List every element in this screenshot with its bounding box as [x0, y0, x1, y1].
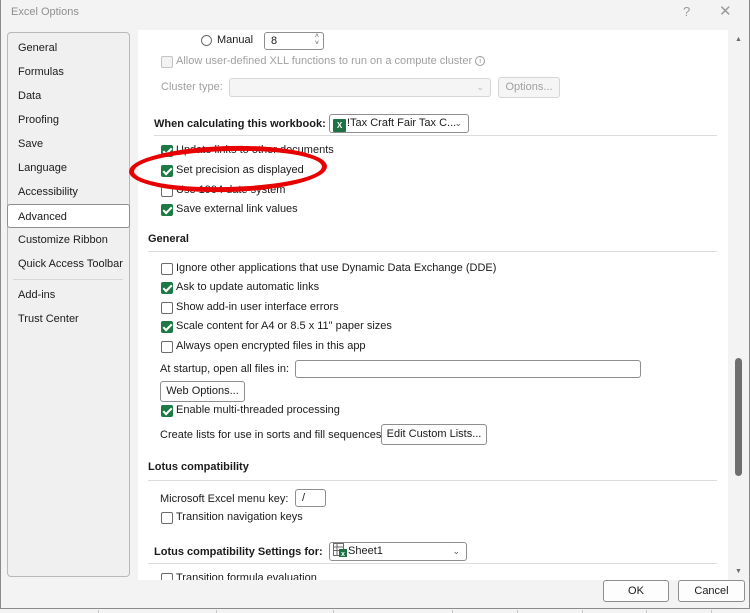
ask-update-links-label: Ask to update automatic links [176, 281, 320, 293]
transition-formula-checkbox[interactable] [161, 573, 173, 580]
scale-content-label: Scale content for A4 or 8.5 x 11" paper … [176, 320, 392, 332]
multithread-label: Enable multi-threaded processing [176, 404, 340, 416]
ask-update-links-checkbox[interactable] [161, 282, 173, 294]
ignore-dde-label: Ignore other applications that use Dynam… [176, 262, 497, 274]
menu-key-input[interactable]: / [295, 489, 326, 507]
sidebar-item-language[interactable]: Language [8, 156, 129, 180]
cancel-button[interactable]: Cancel [678, 580, 745, 602]
cluster-type-label: Cluster type: [161, 81, 223, 93]
menu-key-label: Microsoft Excel menu key: [160, 493, 289, 505]
cluster-type-dropdown[interactable]: ⌄ [229, 78, 491, 97]
multithread-checkbox[interactable] [161, 405, 173, 417]
manual-threads-label: Manual [217, 34, 254, 46]
allow-xll-label: Allow user-defined XLL functions to run … [176, 55, 486, 67]
excel-icon: X [333, 119, 346, 132]
sidebar-item-advanced[interactable]: Advanced [7, 204, 130, 228]
date-1904-checkbox[interactable] [161, 185, 173, 197]
workbook-dropdown[interactable]: X !Tax Craft Fair Tax C... ⌄ [329, 114, 469, 133]
close-button[interactable]: ✕ [719, 2, 732, 20]
sidebar-item-data[interactable]: Data [8, 84, 129, 108]
sidebar-divider [13, 279, 123, 280]
transition-formula-label: Transition formula evaluation [176, 572, 317, 580]
save-external-links-label: Save external link values [176, 203, 298, 215]
spinner-arrows-icon[interactable]: ˄ ˅ [315, 33, 319, 47]
allow-xll-text: Allow user-defined XLL functions to run … [176, 55, 473, 67]
set-precision-label: Set precision as displayed [176, 164, 304, 176]
sidebar-item-formulas[interactable]: Formulas [8, 60, 129, 84]
edit-custom-lists-button[interactable]: Edit Custom Lists... [381, 424, 487, 445]
sidebar-item-trust-center[interactable]: Trust Center [8, 307, 129, 331]
sidebar-item-proofing[interactable]: Proofing [8, 108, 129, 132]
help-button[interactable]: ? [683, 4, 690, 19]
info-icon[interactable]: i [475, 56, 486, 66]
section-divider [148, 251, 717, 252]
set-precision-checkbox[interactable] [161, 165, 173, 177]
excel-options-dialog: Excel Options ? ✕ General Formulas Data … [0, 0, 750, 609]
startup-folder-input[interactable] [295, 360, 641, 378]
startup-folder-label: At startup, open all files in: [160, 363, 290, 375]
update-links-label: Update links to other documents [176, 144, 334, 156]
section-divider [148, 563, 717, 564]
lotus-sheet-dropdown[interactable]: x Sheet1 ⌄ [329, 542, 467, 561]
chevron-down-icon: ⌄ [452, 546, 460, 556]
workbook-value: !Tax Craft Fair Tax C... [347, 117, 457, 129]
date-1904-label: Use 1904 date system [176, 184, 286, 196]
svg-text:x: x [341, 551, 345, 557]
section-divider [148, 480, 717, 481]
chevron-down-icon: ⌄ [454, 118, 462, 128]
show-addin-errors-label: Show add-in user interface errors [176, 301, 339, 313]
scale-content-checkbox[interactable] [161, 321, 173, 333]
save-external-links-checkbox[interactable] [161, 204, 173, 216]
scroll-down-arrow-icon[interactable]: ▼ [734, 568, 743, 575]
open-encrypted-checkbox[interactable] [161, 341, 173, 353]
custom-lists-label: Create lists for use in sorts and fill s… [160, 429, 385, 441]
manual-threads-radio[interactable] [201, 35, 212, 46]
transition-nav-keys-checkbox[interactable] [161, 512, 173, 524]
transition-nav-keys-label: Transition navigation keys [176, 511, 303, 523]
chevron-down-icon: ⌄ [476, 82, 484, 92]
advanced-options-pane: Manual 8 ˄ ˅ Allow user-defined XLL funct… [138, 30, 728, 580]
ok-button[interactable]: OK [603, 580, 669, 602]
spreadsheet-edge [0, 609, 750, 613]
sidebar-item-general[interactable]: General [8, 36, 129, 60]
sidebar-item-add-ins[interactable]: Add-ins [8, 283, 129, 307]
threads-spinner[interactable]: 8 ˄ ˅ [264, 32, 324, 50]
sidebar-item-accessibility[interactable]: Accessibility [8, 180, 129, 204]
general-heading: General [148, 233, 189, 245]
show-addin-errors-checkbox[interactable] [161, 302, 173, 314]
when-calculating-heading: When calculating this workbook: [154, 118, 326, 130]
update-links-checkbox[interactable] [161, 145, 173, 157]
lotus-heading: Lotus compatibility [148, 461, 249, 473]
scroll-up-arrow-icon[interactable]: ▲ [734, 36, 743, 43]
vertical-scrollbar[interactable]: ▲ ▼ [732, 33, 745, 578]
sidebar: General Formulas Data Proofing Save Lang… [7, 32, 130, 577]
threads-value: 8 [271, 35, 278, 47]
sidebar-item-save[interactable]: Save [8, 132, 129, 156]
dialog-title: Excel Options [11, 6, 79, 18]
sheet-icon: x [333, 543, 347, 558]
section-divider [154, 135, 717, 136]
web-options-button[interactable]: Web Options... [160, 381, 245, 402]
cluster-options-button[interactable]: Options... [498, 77, 560, 98]
ignore-dde-checkbox[interactable] [161, 263, 173, 275]
lotus-settings-heading: Lotus compatibility Settings for: [154, 546, 323, 558]
sidebar-item-customize-ribbon[interactable]: Customize Ribbon [8, 228, 129, 252]
sidebar-item-quick-access-toolbar[interactable]: Quick Access Toolbar [8, 252, 129, 276]
scrollbar-thumb[interactable] [735, 358, 742, 477]
open-encrypted-label: Always open encrypted files in this app [176, 340, 366, 352]
allow-xll-checkbox[interactable] [161, 56, 173, 68]
lotus-sheet-value: Sheet1 [348, 545, 383, 557]
